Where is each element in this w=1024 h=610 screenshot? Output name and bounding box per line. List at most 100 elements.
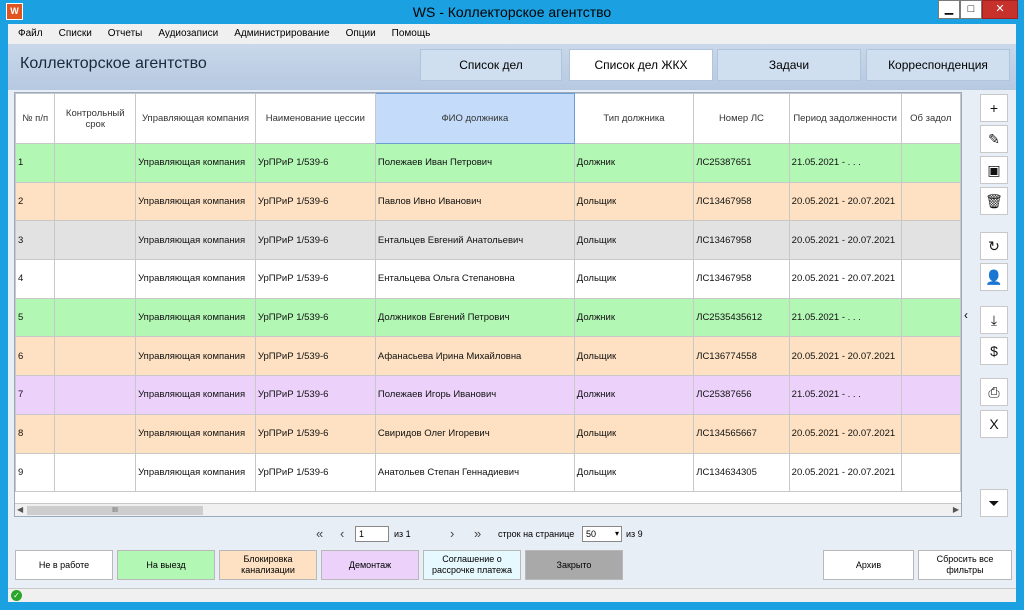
table-cell: ЛС2535435612 <box>693 297 790 338</box>
table-cell: Полежаев Игорь Иванович <box>374 375 575 415</box>
menu-item[interactable]: Администрирование <box>224 24 329 39</box>
chevron-down-icon: ▾ <box>614 529 619 538</box>
first-page-icon[interactable]: « <box>316 526 323 541</box>
page-size-select[interactable]: 50 ▾ <box>582 526 622 542</box>
print-icon[interactable]: ⎙ <box>980 378 1008 406</box>
add-icon[interactable]: + <box>980 94 1008 122</box>
tab-case-list[interactable]: Список дел <box>420 49 562 81</box>
table-cell: 20.05.2021 - 20.07.2021 <box>788 336 902 377</box>
column-header[interactable]: Тип должника <box>573 93 695 144</box>
menu-item[interactable]: Опции <box>336 24 376 39</box>
page-title: Коллекторское агентство <box>20 55 207 72</box>
legend-item[interactable]: Соглашение о рассрочке платежа <box>423 550 521 580</box>
table-cell: 4 <box>15 259 56 299</box>
table-row[interactable]: 7 Управляющая компания УрПРиР 1/539-6 Полеж… <box>15 375 961 415</box>
table-cell: 21.05.2021 - . . . <box>788 143 902 183</box>
table-cell: УрПРиР 1/539-6 <box>254 181 376 222</box>
close-button[interactable]: ✕ <box>982 0 1018 19</box>
table-cell <box>54 297 137 338</box>
table-cell: ЛС25387656 <box>693 375 790 415</box>
column-header[interactable]: Период задолженности <box>788 93 902 144</box>
column-header[interactable]: Контрольный срок <box>54 93 137 144</box>
maximize-button[interactable]: □ <box>960 0 982 19</box>
main-content: Коллекторское агентство Список дел Списо… <box>8 44 1016 602</box>
table-cell: Должник <box>573 375 695 415</box>
menu-item[interactable]: Помощь <box>382 24 431 39</box>
tab-utility-case-list[interactable]: Список дел ЖКХ <box>569 49 713 81</box>
table-cell: 20.05.2021 - 20.07.2021 <box>788 413 902 454</box>
scroll-left-arrow-icon[interactable]: ◀ <box>17 505 23 514</box>
reset-filters-button-label: Сбросить все фильтры <box>936 554 994 575</box>
legend-item-label: Демонтаж <box>348 559 392 570</box>
table-row[interactable]: 1 Управляющая компания УрПРиР 1/539-6 Полеж… <box>15 143 961 183</box>
table-cell: УрПРиР 1/539-6 <box>254 220 376 261</box>
table-cell <box>54 375 137 415</box>
filter-add-icon[interactable]: ⏷ <box>980 489 1008 517</box>
table-cell: 3 <box>15 220 56 261</box>
column-header[interactable]: ФИО должника <box>374 93 575 144</box>
legend-item[interactable]: Закрыто <box>525 550 623 580</box>
cases-table: № п/п Контрольный срок Управляющая компани… <box>15 93 961 493</box>
menu-item[interactable]: Файл <box>8 24 43 39</box>
menu-item[interactable]: Аудиозаписи <box>148 24 218 39</box>
legend-item[interactable]: Демонтаж <box>321 550 419 580</box>
table-row[interactable]: 6 Управляющая компания УрПРиР 1/539-6 Афана… <box>15 336 961 377</box>
reset-filters-button[interactable]: Сбросить все фильтры <box>918 550 1012 580</box>
column-header[interactable]: Управляющая компания <box>135 93 256 144</box>
table-cell: УрПРиР 1/539-6 <box>254 143 376 183</box>
table-row[interactable]: 2 Управляющая компания УрПРиР 1/539-6 Павло… <box>15 181 961 222</box>
table-row[interactable]: 4 Управляющая компания УрПРиР 1/539-6 Ентал… <box>15 259 961 299</box>
column-header[interactable]: № п/п <box>15 93 56 144</box>
table-cell: Должник <box>573 143 695 183</box>
window-title: WS - Коллекторское агентство <box>412 4 612 20</box>
last-page-icon[interactable]: » <box>474 526 481 541</box>
scroll-right-arrow-icon[interactable]: ▶ <box>953 505 959 514</box>
legend-item-label: Закрыто <box>556 559 592 570</box>
legend-item[interactable]: Блокировка канализации <box>219 550 317 580</box>
table-cell <box>900 181 961 222</box>
table-row[interactable]: 9 Управляющая компания УрПРиР 1/539-6 Анато… <box>15 452 961 493</box>
column-header[interactable]: Об задол <box>900 93 961 144</box>
table-cell: 8 <box>15 413 56 454</box>
delete-icon[interactable]: 🗑 <box>980 187 1008 215</box>
dollar-icon[interactable]: $ <box>980 337 1008 365</box>
menu-item[interactable]: Отчеты <box>98 24 143 39</box>
refresh-icon[interactable]: ↻ <box>980 232 1008 260</box>
table-cell: 2 <box>15 181 56 222</box>
table-cell: 5 <box>15 297 56 338</box>
edit-icon[interactable]: ✎ <box>980 125 1008 153</box>
tab-tasks[interactable]: Задачи <box>717 49 861 81</box>
table-row[interactable]: 8 Управляющая компания УрПРиР 1/539-6 Свири… <box>15 413 961 454</box>
table-row[interactable]: 3 Управляющая компания УрПРиР 1/539-6 Ентал… <box>15 220 961 261</box>
table-cell: Дольщик <box>573 181 695 222</box>
legend-item-label: На выезд <box>146 559 186 570</box>
table-cell: ЛС136774558 <box>693 336 790 377</box>
collapse-panel-icon[interactable]: ‹ <box>964 308 968 322</box>
user-icon[interactable]: 👤 <box>980 263 1008 291</box>
legend-item-label: Соглашение о рассрочке платежа <box>432 554 512 575</box>
scroll-thumb[interactable]: III <box>27 506 203 515</box>
prev-page-icon[interactable]: ‹ <box>340 526 344 541</box>
page-number-input[interactable]: 1 <box>355 526 389 542</box>
archive-icon[interactable]: ▣ <box>980 156 1008 184</box>
table-cell: 20.05.2021 - 20.07.2021 <box>788 220 902 261</box>
download-icon[interactable]: ⤓ <box>980 306 1008 334</box>
table-cell: Управляющая компания <box>135 220 256 261</box>
archive-button[interactable]: Архив <box>823 550 914 580</box>
table-cell: 6 <box>15 336 56 377</box>
horizontal-scrollbar[interactable]: ◀ III ▶ <box>15 503 961 516</box>
column-header[interactable]: Номер ЛС <box>693 93 790 144</box>
table-cell: Управляющая компания <box>135 259 256 299</box>
minimize-button[interactable]: ▁ <box>938 0 960 19</box>
table-cell <box>54 413 137 454</box>
legend-item[interactable]: Не в работе <box>15 550 113 580</box>
table-row[interactable]: 5 Управляющая компания УрПРиР 1/539-6 Должн… <box>15 297 961 338</box>
legend-item[interactable]: На выезд <box>117 550 215 580</box>
menu-item[interactable]: Списки <box>49 24 92 39</box>
tab-correspondence[interactable]: Корреспонденция <box>866 49 1010 81</box>
next-page-icon[interactable]: › <box>450 526 454 541</box>
column-header[interactable]: Наименование цессии <box>254 93 376 144</box>
table-cell: Должник <box>573 297 695 338</box>
table-cell <box>900 143 961 183</box>
excel-icon[interactable]: X <box>980 410 1008 438</box>
